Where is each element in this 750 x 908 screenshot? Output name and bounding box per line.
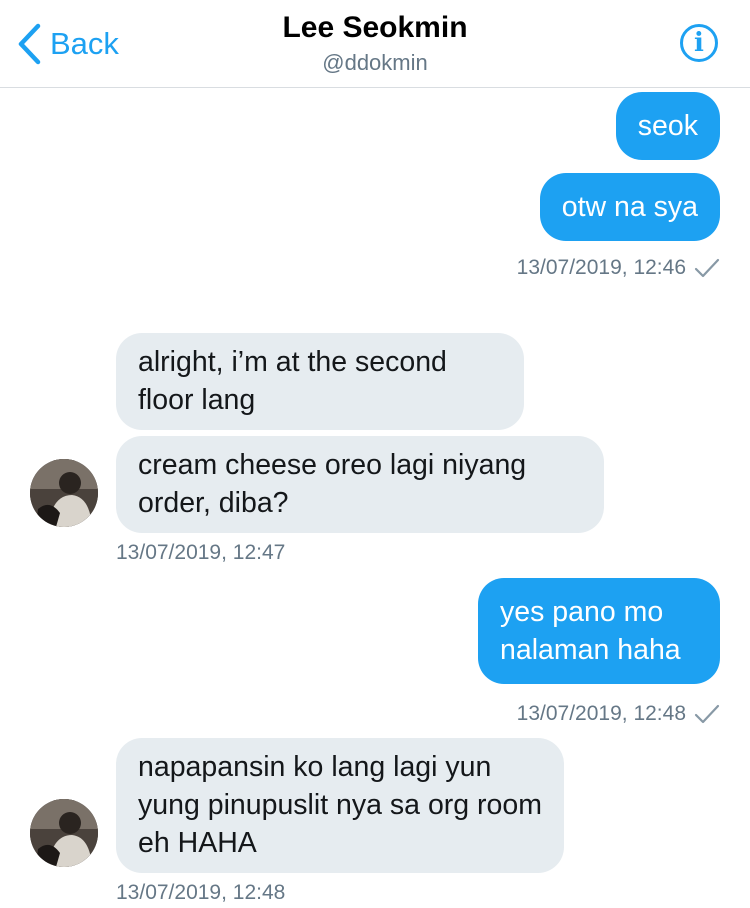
sent-message-bubble[interactable]: yes pano mo nalaman haha [478,578,720,684]
sent-message-bubble[interactable]: seok [615,92,720,160]
timestamp-text: 13/07/2019, 12:47 [116,541,286,564]
message-text: yes pano mo nalaman haha [500,596,681,666]
avatar[interactable] [30,459,98,527]
conversation-header: Back Lee Seokmin @ddokmin i [0,0,750,88]
sent-message-bubble[interactable]: otw na sya [539,173,720,241]
message-text: cream cheese oreo lagi niyang order, dib… [138,449,527,519]
user-avatar-image [30,799,98,867]
back-button[interactable]: Back [16,22,119,66]
back-label: Back [50,26,119,61]
message-text: napapansin ko lang lagi yun yung pinupus… [138,751,542,859]
received-message-bubble[interactable]: cream cheese oreo lagi niyang order, dib… [116,436,604,533]
message-timestamp: 13/07/2019, 12:47 [116,541,285,565]
timestamp-text: 13/07/2019, 12:48 [516,702,686,725]
received-message-bubble[interactable]: napapansin ko lang lagi yun yung pinupus… [116,738,564,873]
message-text: otw na sya [561,191,698,223]
avatar[interactable] [30,799,98,867]
received-message-bubble[interactable]: alright, i’m at the second floor lang [116,333,524,430]
checkmark-icon [694,258,720,278]
user-avatar-image [30,459,98,527]
checkmark-icon [694,704,720,724]
message-timestamp: 13/07/2019, 12:46 [517,256,720,280]
timestamp-text: 13/07/2019, 12:48 [116,881,286,904]
chevron-left-icon [18,23,41,65]
info-button[interactable]: i [680,24,718,62]
message-timestamp: 13/07/2019, 12:48 [116,881,285,905]
message-text: seok [637,110,698,142]
info-icon: i [694,28,704,58]
message-text: alright, i’m at the second floor lang [138,346,447,416]
message-timestamp: 13/07/2019, 12:48 [517,702,720,726]
timestamp-text: 13/07/2019, 12:46 [516,256,686,279]
